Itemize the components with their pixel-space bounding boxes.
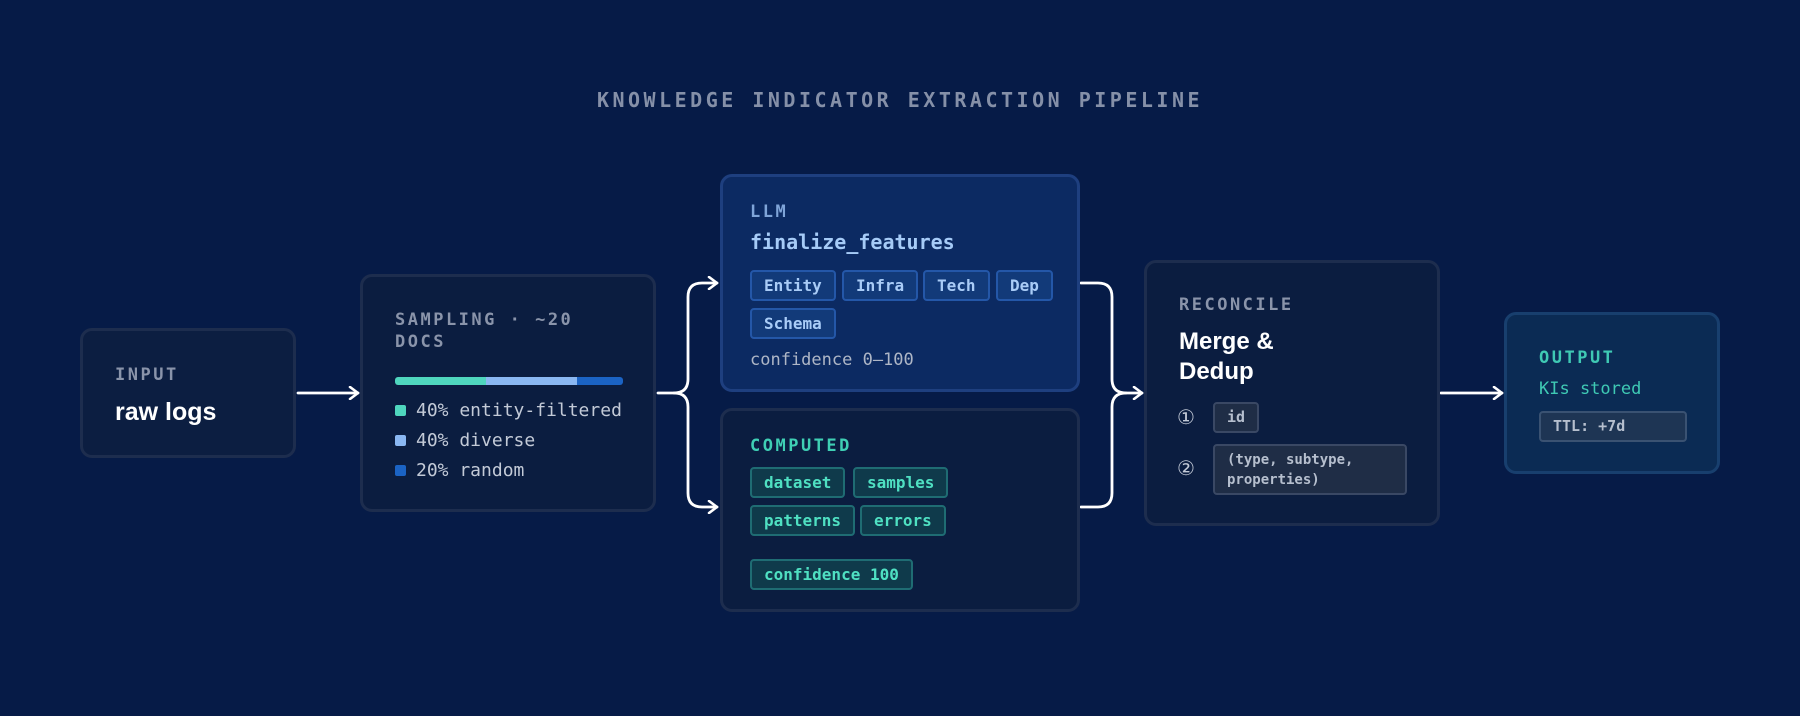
- computed-tag-samples: samples: [853, 467, 949, 498]
- output-subtitle: KIs stored: [1539, 379, 1642, 399]
- arrow-sampling-to-computed: [672, 391, 719, 507]
- llm-confidence: confidence 0–100: [750, 350, 914, 370]
- sampling-node: SAMPLING · ~20 DOCS 40% entity-filtered 4…: [360, 274, 656, 512]
- sampling-kicker-line2: DOCS: [395, 332, 446, 352]
- sampling-bar-segment: [486, 377, 578, 385]
- reconcile-node: RECONCILE Merge & Dedup ① id ② (type, su…: [1144, 260, 1440, 526]
- reconcile-heading-line2: Dedup: [1179, 358, 1254, 385]
- sampling-legend-swatch: [395, 465, 406, 476]
- arrow-llm-to-reconcile: [1079, 281, 1144, 393]
- computed-kicker: COMPUTED: [750, 436, 852, 456]
- computed-tag-dataset: dataset: [750, 467, 846, 498]
- reconcile-step-2-value-line1: (type, subtype,: [1227, 452, 1354, 468]
- computed-tag-errors: errors: [860, 505, 946, 536]
- reconcile-step-2-value-line2: properties): [1227, 472, 1320, 488]
- sampling-legend-swatch: [395, 435, 406, 446]
- sampling-legend-label: 20% random: [416, 460, 525, 481]
- computed-confidence: confidence 100: [750, 559, 913, 590]
- reconcile-step-2-value: (type, subtype, properties): [1213, 444, 1407, 495]
- arrow-computed-to-reconcile: [1079, 391, 1128, 509]
- reconcile-heading-line1: Merge &: [1179, 328, 1274, 355]
- llm-heading: finalize_features: [750, 230, 955, 254]
- computed-node: COMPUTED dataset samples patterns errors…: [720, 408, 1080, 612]
- reconcile-step-1-marker: ①: [1177, 405, 1195, 429]
- sampling-distribution-bar: [395, 377, 623, 385]
- reconcile-kicker: RECONCILE: [1179, 295, 1294, 315]
- llm-kicker: LLM: [750, 202, 789, 222]
- input-node: INPUT raw logs: [80, 328, 296, 458]
- arrow-sampling-to-llm: [656, 283, 719, 395]
- llm-node: LLM finalize_features Entity Infra Tech …: [720, 174, 1080, 392]
- reconcile-step-1-value: id: [1213, 402, 1260, 433]
- sampling-legend-label: 40% entity-filtered: [416, 400, 622, 421]
- sampling-kicker-line1: SAMPLING · ~20: [395, 310, 574, 330]
- llm-tag-infra: Infra: [842, 270, 919, 301]
- input-kicker: INPUT: [115, 365, 179, 385]
- output-node: OUTPUT KIs stored TTL: +7d: [1504, 312, 1720, 474]
- sampling-legend-label: 40% diverse: [416, 430, 536, 451]
- llm-tag-schema: Schema: [750, 308, 836, 339]
- reconcile-step-2-marker: ②: [1177, 456, 1195, 480]
- llm-tag-tech: Tech: [923, 270, 990, 301]
- computed-tag-patterns: patterns: [750, 505, 856, 536]
- input-heading: raw logs: [115, 398, 217, 426]
- sampling-bar-segment: [577, 377, 623, 385]
- output-kicker: OUTPUT: [1539, 348, 1616, 368]
- sampling-legend-swatch: [395, 405, 406, 416]
- sampling-bar-segment: [395, 377, 487, 385]
- output-ttl: TTL: +7d: [1539, 411, 1687, 442]
- llm-tag-entity: Entity: [750, 270, 836, 301]
- llm-tag-dep: Dep: [996, 270, 1053, 301]
